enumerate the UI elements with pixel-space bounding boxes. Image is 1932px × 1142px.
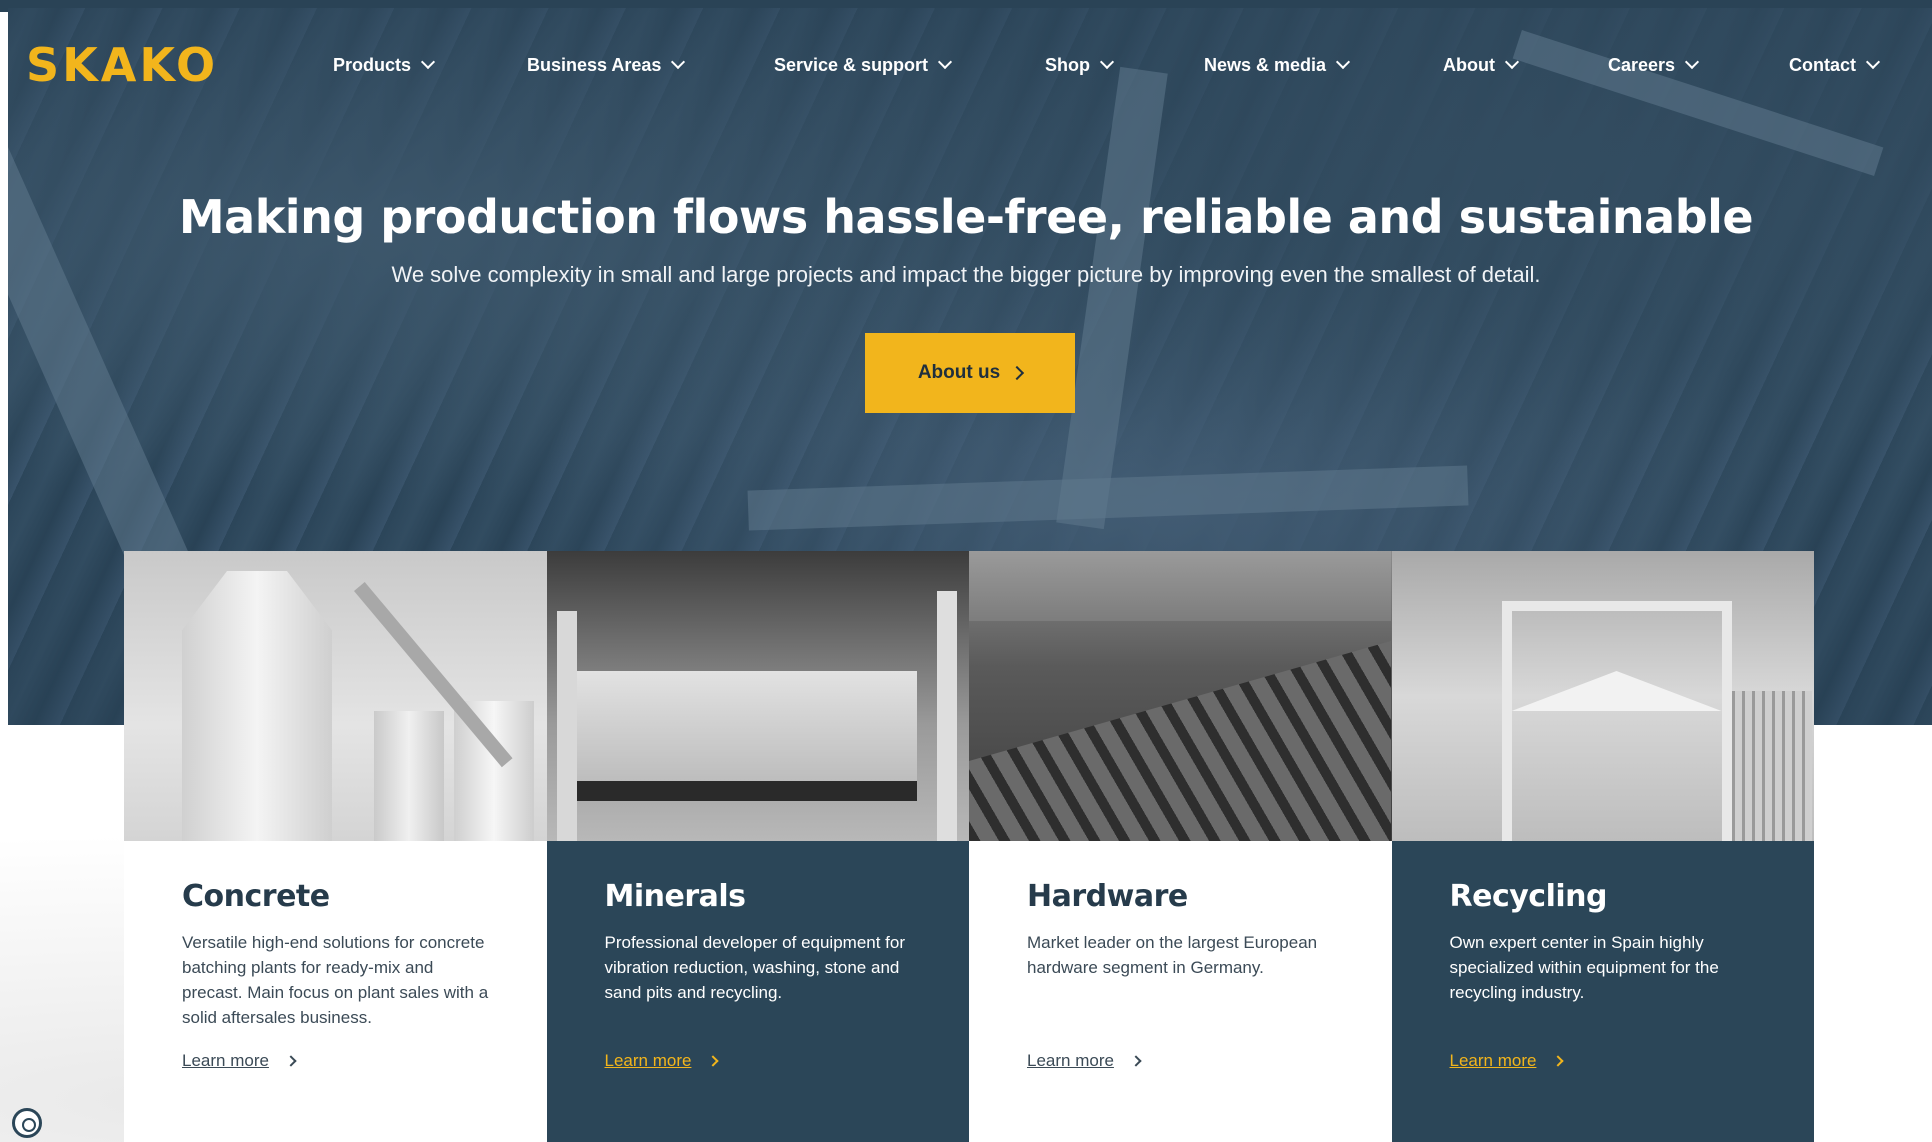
chevron-down-icon: [1099, 54, 1115, 70]
nav-label: About: [1443, 54, 1495, 75]
card-title: Minerals: [604, 879, 747, 914]
card-recycling: Recycling Own expert center in Spain hig…: [1391, 551, 1814, 1142]
business-area-cards: Concrete Versatile high-end solutions fo…: [124, 551, 1814, 1142]
nav-contact[interactable]: Contact: [1789, 52, 1881, 78]
learn-more-link[interactable]: Learn more: [182, 1051, 297, 1071]
nav-about[interactable]: About: [1443, 52, 1520, 78]
chevron-down-icon: [1504, 54, 1520, 70]
nav-label: News & media: [1204, 54, 1327, 75]
hero-bg-beam: [1056, 66, 1168, 530]
nav-business-areas[interactable]: Business Areas: [527, 52, 686, 78]
nav-careers[interactable]: Careers: [1608, 52, 1700, 78]
chevron-down-icon: [1865, 54, 1881, 70]
learn-more-label: Learn more: [604, 1051, 692, 1070]
main-nav: Products Business Areas Service & suppor…: [0, 52, 1932, 82]
about-us-button[interactable]: About us: [865, 333, 1075, 413]
card-body: Concrete Versatile high-end solutions fo…: [124, 841, 547, 1142]
card-body: Minerals Professional developer of equip…: [546, 841, 969, 1142]
card-description: Market leader on the largest European ha…: [1027, 933, 1318, 977]
learn-more-link[interactable]: Learn more: [1027, 1051, 1142, 1071]
card-title: Recycling: [1449, 879, 1608, 914]
chevron-right-icon: [707, 1055, 720, 1067]
cta-label: About us: [917, 362, 1001, 383]
nav-shop[interactable]: Shop: [1045, 52, 1115, 78]
nav-label: Careers: [1608, 54, 1676, 75]
chevron-right-icon: [1130, 1055, 1142, 1067]
hero-title: Making production flows hassle-free, rel…: [178, 190, 1754, 244]
card-minerals: Minerals Professional developer of equip…: [546, 551, 969, 1142]
chevron-right-icon: [285, 1055, 297, 1067]
nav-label: Products: [333, 54, 412, 75]
cookie-settings-icon[interactable]: [12, 1108, 42, 1138]
learn-more-link[interactable]: Learn more: [1449, 1051, 1565, 1071]
nav-label: Service & support: [774, 54, 929, 75]
nav-service-support[interactable]: Service & support: [774, 52, 953, 78]
nav-label: Contact: [1789, 54, 1856, 75]
card-description: Professional developer of equipment for …: [604, 933, 906, 1002]
chevron-down-icon: [420, 54, 436, 70]
learn-more-label: Learn more: [1027, 1051, 1114, 1070]
chevron-down-icon: [1335, 54, 1351, 70]
card-concrete: Concrete Versatile high-end solutions fo…: [124, 551, 547, 1142]
recycling-machine-photo: [1391, 551, 1814, 841]
nav-news-media[interactable]: News & media: [1204, 52, 1351, 78]
chevron-down-icon: [671, 54, 686, 70]
card-title: Hardware: [1027, 879, 1188, 914]
card-description: Versatile high-end solutions for concret…: [182, 933, 489, 1027]
hero-subtitle: We solve complexity in small and large p…: [391, 262, 1541, 287]
learn-more-label: Learn more: [1449, 1051, 1537, 1070]
hardware-conveyor-photo: [969, 551, 1392, 841]
learn-more-label: Learn more: [182, 1051, 269, 1070]
card-title: Concrete: [182, 879, 330, 914]
concrete-plant-photo: [124, 551, 547, 841]
chevron-down-icon: [1684, 54, 1700, 70]
chevron-down-icon: [937, 54, 953, 70]
card-body: Recycling Own expert center in Spain hig…: [1391, 841, 1814, 1142]
chevron-right-icon: [1010, 365, 1025, 381]
card-body: Hardware Market leader on the largest Eu…: [969, 841, 1392, 1142]
nav-label: Shop: [1045, 54, 1090, 75]
learn-more-link[interactable]: Learn more: [604, 1051, 720, 1071]
nav-products[interactable]: Products: [333, 52, 436, 78]
chevron-right-icon: [1552, 1055, 1565, 1067]
card-hardware: Hardware Market leader on the largest Eu…: [969, 551, 1392, 1142]
card-description: Own expert center in Spain highly specia…: [1449, 933, 1719, 1002]
minerals-equipment-photo: [546, 551, 969, 841]
nav-label: Business Areas: [527, 54, 662, 75]
